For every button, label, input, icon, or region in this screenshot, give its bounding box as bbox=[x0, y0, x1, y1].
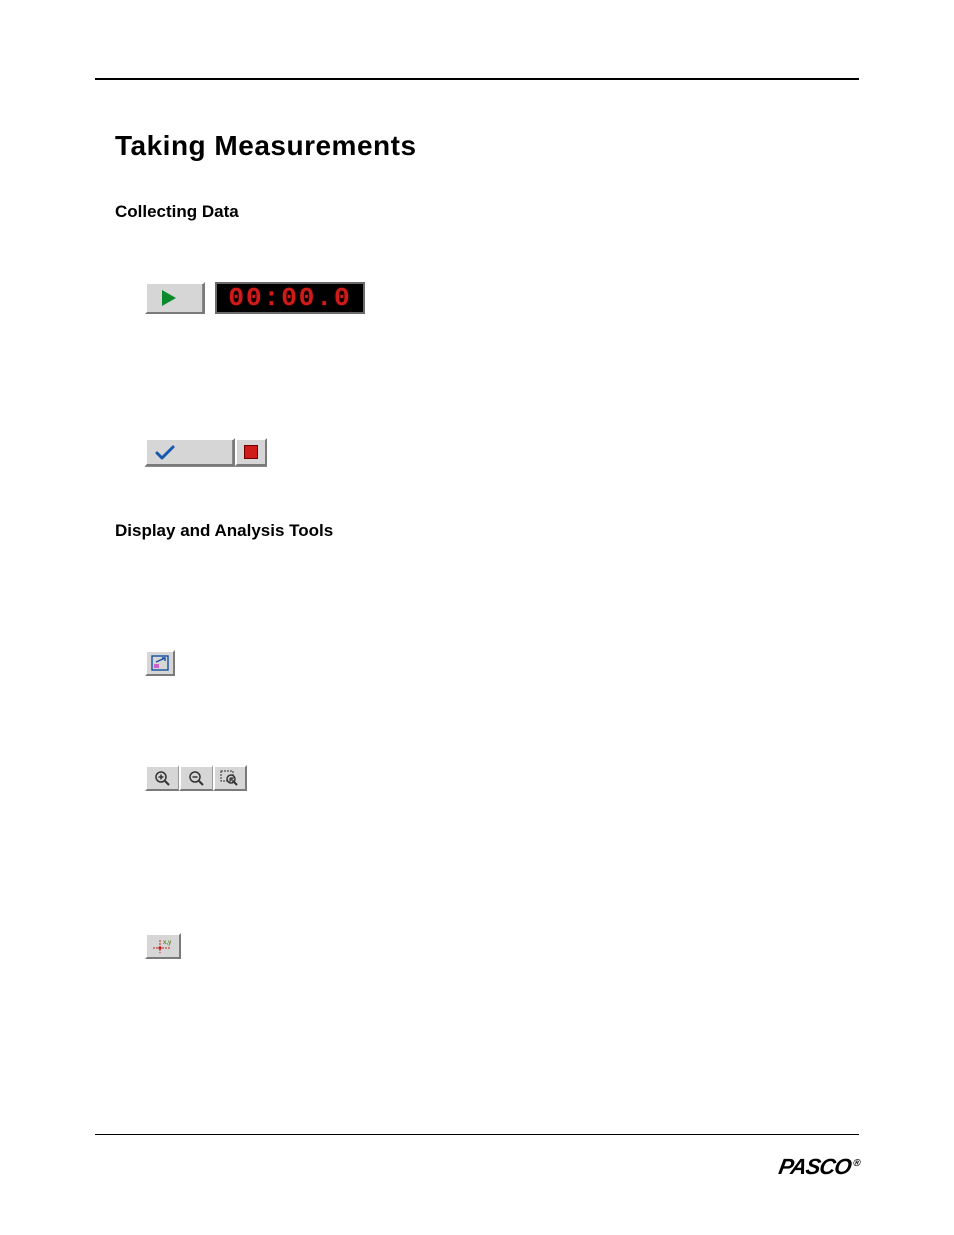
zoom-out-button[interactable] bbox=[179, 765, 213, 791]
record-follow: When the Start button is clicked, it wil… bbox=[115, 334, 875, 387]
content: Taking Measurements Collecting Data When… bbox=[115, 130, 875, 1050]
zoom-out-icon bbox=[188, 770, 206, 786]
zoom-lead: Zoom in, Zoom out, Zoom select bbox=[115, 727, 875, 745]
stop-button[interactable] bbox=[235, 438, 267, 466]
logo-text: PASCO bbox=[777, 1154, 853, 1179]
page-title: Taking Measurements bbox=[115, 130, 875, 162]
zoom-toolbar bbox=[145, 765, 247, 791]
zoom-in-icon bbox=[154, 770, 172, 786]
stop-icon bbox=[244, 445, 258, 459]
scale-to-fit-icon bbox=[151, 655, 169, 671]
page-number: 12 bbox=[95, 1159, 111, 1175]
scalefit-desc: A Graph, FFT, Histogram, or Meter displa… bbox=[115, 696, 875, 714]
section-heading-analysis: Display and Analysis Tools bbox=[115, 521, 875, 541]
zoom-select-icon bbox=[220, 770, 240, 786]
start-button[interactable] bbox=[145, 282, 205, 314]
separator bbox=[202, 284, 203, 312]
record-toolbar: 00:00.0 bbox=[145, 282, 365, 314]
smart-lead: Smart Tool bbox=[115, 895, 875, 913]
keep-toolbar bbox=[145, 438, 267, 466]
keep-button[interactable] bbox=[145, 438, 235, 466]
play-icon bbox=[162, 290, 176, 306]
pasco-logo: PASCO® bbox=[777, 1154, 862, 1180]
svg-text:x,y: x,y bbox=[163, 940, 172, 946]
scalefit-toolbar bbox=[145, 650, 175, 676]
analysis-intro: DataStudio provides a complement of feat… bbox=[115, 563, 875, 598]
bottom-rule bbox=[95, 1134, 859, 1135]
zoom-desc: The Graph and Histogram zoom tools chang… bbox=[115, 811, 875, 881]
smart-desc: The Smart Tool button activates a set of… bbox=[115, 980, 875, 1050]
registered-mark: ® bbox=[852, 1158, 860, 1169]
collecting-intro: When the experiment has been set up, cli… bbox=[115, 244, 875, 262]
smart-toolbar: x,y bbox=[145, 933, 181, 960]
scalefit-lead: Scale to fit bbox=[115, 612, 875, 630]
smart-tool-button[interactable]: x,y bbox=[145, 933, 181, 959]
separator bbox=[232, 440, 233, 464]
smart-tool-icon: x,y bbox=[151, 937, 175, 955]
keep-desc: If a Start condition has been set up, th… bbox=[115, 400, 875, 418]
timer-display: 00:00.0 bbox=[215, 282, 365, 314]
section-heading-collecting: Collecting Data bbox=[115, 202, 875, 222]
checkmark-icon bbox=[155, 445, 175, 461]
running-header: DataStudio Starter Manual bbox=[718, 50, 859, 64]
keep-follow: Clicking the red square to the right of … bbox=[115, 486, 875, 504]
page: DataStudio Starter Manual Taking Measure… bbox=[0, 0, 954, 1235]
top-rule bbox=[95, 78, 859, 80]
scale-to-fit-button[interactable] bbox=[145, 650, 175, 676]
zoom-in-button[interactable] bbox=[145, 765, 179, 791]
zoom-select-button[interactable] bbox=[213, 765, 247, 791]
